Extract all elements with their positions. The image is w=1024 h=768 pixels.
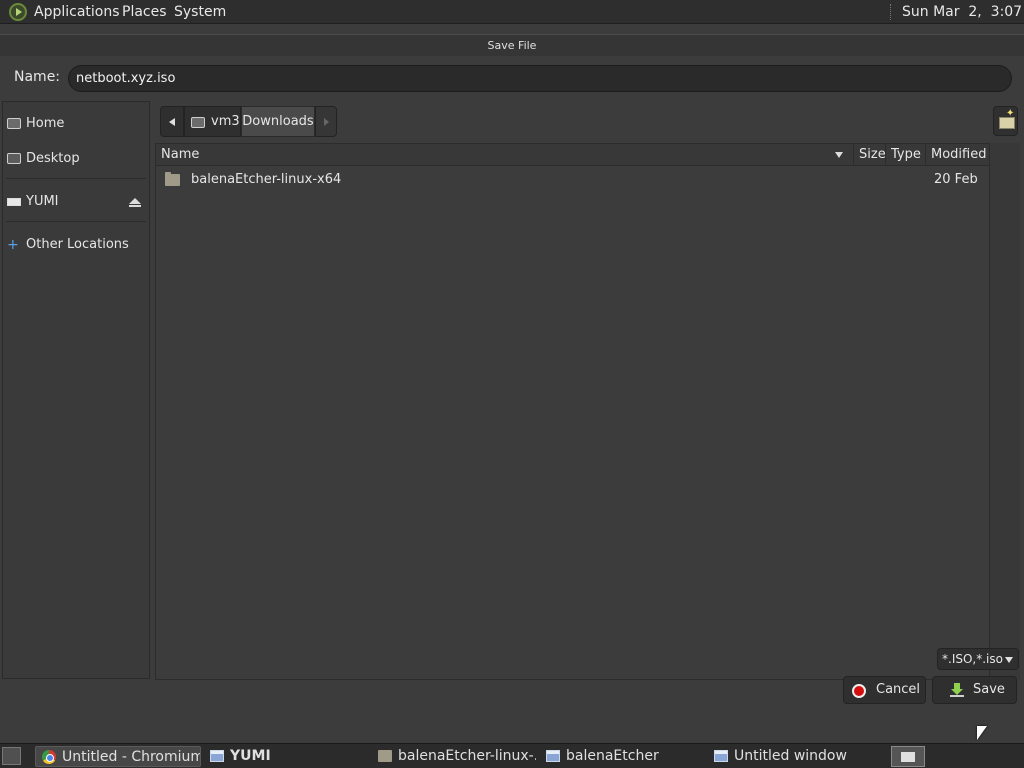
eject-icon[interactable] <box>129 198 141 208</box>
taskbar-item-balena-etcher[interactable]: balenaEtcher <box>540 746 700 767</box>
column-header-type[interactable]: Type <box>885 144 925 166</box>
folder-icon <box>165 172 180 186</box>
sidebar-divider <box>6 178 146 179</box>
places-sidebar: Home Desktop YUMI + Other Locations <box>2 101 150 679</box>
top-panel: Applications Places System Sun Mar 2, 3:… <box>0 0 1024 24</box>
show-desktop-icon[interactable] <box>2 747 21 765</box>
path-segment-vm3[interactable]: vm3 <box>184 106 241 137</box>
sidebar-item-label: Desktop <box>26 151 80 166</box>
system-menu[interactable]: System <box>174 0 226 24</box>
taskbar-item-label: balenaEtcher <box>566 748 659 764</box>
file-list: Name Size Type Modified balenaEtcher-lin… <box>155 143 990 680</box>
save-file-dialog: Save File Name: Home Desktop YUMI + Othe… <box>0 34 1024 742</box>
sort-descending-icon <box>835 152 843 158</box>
create-folder-button[interactable] <box>993 106 1018 136</box>
chromium-icon <box>42 750 56 764</box>
name-label: Name: <box>14 69 61 85</box>
column-header-size[interactable]: Size <box>853 144 886 166</box>
save-button[interactable]: Save <box>932 676 1017 704</box>
dialog-title: Save File <box>0 34 1024 56</box>
sidebar-item-desktop[interactable]: Desktop <box>3 145 149 173</box>
mouse-cursor-icon <box>977 726 987 740</box>
filter-value: *.ISO,*.iso <box>942 652 1003 666</box>
path-segment-downloads[interactable]: Downloads <box>241 106 315 137</box>
window-icon <box>210 750 224 762</box>
filename-input[interactable] <box>68 65 1012 92</box>
path-forward-button[interactable] <box>315 106 337 137</box>
sidebar-item-label: Other Locations <box>26 237 129 252</box>
taskbar-item-yumi[interactable]: YUMI <box>204 746 364 767</box>
sidebar-item-label: Home <box>26 116 65 131</box>
mate-logo-icon[interactable] <box>9 3 27 21</box>
desktop-folder-icon <box>7 153 21 164</box>
table-row[interactable]: balenaEtcher-linux-x64 20 Feb <box>156 167 989 193</box>
file-modified: 20 Feb <box>934 172 978 187</box>
file-name: balenaEtcher-linux-x64 <box>191 172 342 187</box>
window-icon <box>546 750 560 762</box>
taskbar-item-balena-folder[interactable]: balenaEtcher-linux-... <box>372 746 536 767</box>
path-back-button[interactable] <box>160 106 184 137</box>
home-folder-icon <box>191 117 205 128</box>
save-label: Save <box>973 682 1005 697</box>
taskbar-item-label: YUMI <box>230 748 271 764</box>
list-header: Name Size Type Modified <box>156 144 989 166</box>
file-type-filter[interactable]: *.ISO,*.iso <box>937 648 1019 670</box>
taskbar-item-chromium[interactable]: Untitled - Chromium <box>35 746 201 767</box>
places-menu[interactable]: Places <box>122 0 167 24</box>
applications-menu[interactable]: Applications <box>34 0 120 24</box>
folder-icon <box>378 750 392 762</box>
stop-icon <box>852 684 866 698</box>
home-folder-icon <box>7 118 21 129</box>
panel-separator <box>890 4 892 20</box>
drive-icon <box>7 198 21 206</box>
download-icon <box>950 683 964 697</box>
cancel-button[interactable]: Cancel <box>843 676 926 704</box>
sidebar-item-label: YUMI <box>26 194 59 209</box>
sidebar-item-yumi[interactable]: YUMI <box>3 188 149 216</box>
taskbar-item-label: Untitled window <box>734 748 847 764</box>
column-header-name[interactable]: Name <box>156 144 853 166</box>
scrollbar-track[interactable] <box>990 143 1020 680</box>
column-header-modified[interactable]: Modified <box>925 144 991 166</box>
taskbar-item-label: balenaEtcher-linux-... <box>398 748 536 764</box>
path-segment-label: vm3 <box>211 114 240 129</box>
sidebar-item-other-locations[interactable]: + Other Locations <box>3 231 149 259</box>
sidebar-divider <box>6 221 146 222</box>
taskbar-item-label: Untitled - Chromium <box>62 749 201 765</box>
clock[interactable]: Sun Mar 2, 3:07 AM <box>902 0 1024 24</box>
cancel-label: Cancel <box>876 682 921 697</box>
taskbar: Untitled - Chromium YUMI balenaEtcher-li… <box>0 743 1024 768</box>
workspace-switcher[interactable] <box>891 746 925 767</box>
sidebar-item-home[interactable]: Home <box>3 110 149 138</box>
plus-icon: + <box>7 237 19 253</box>
taskbar-item-untitled-window[interactable]: Untitled window <box>708 746 878 767</box>
window-icon <box>714 750 728 762</box>
